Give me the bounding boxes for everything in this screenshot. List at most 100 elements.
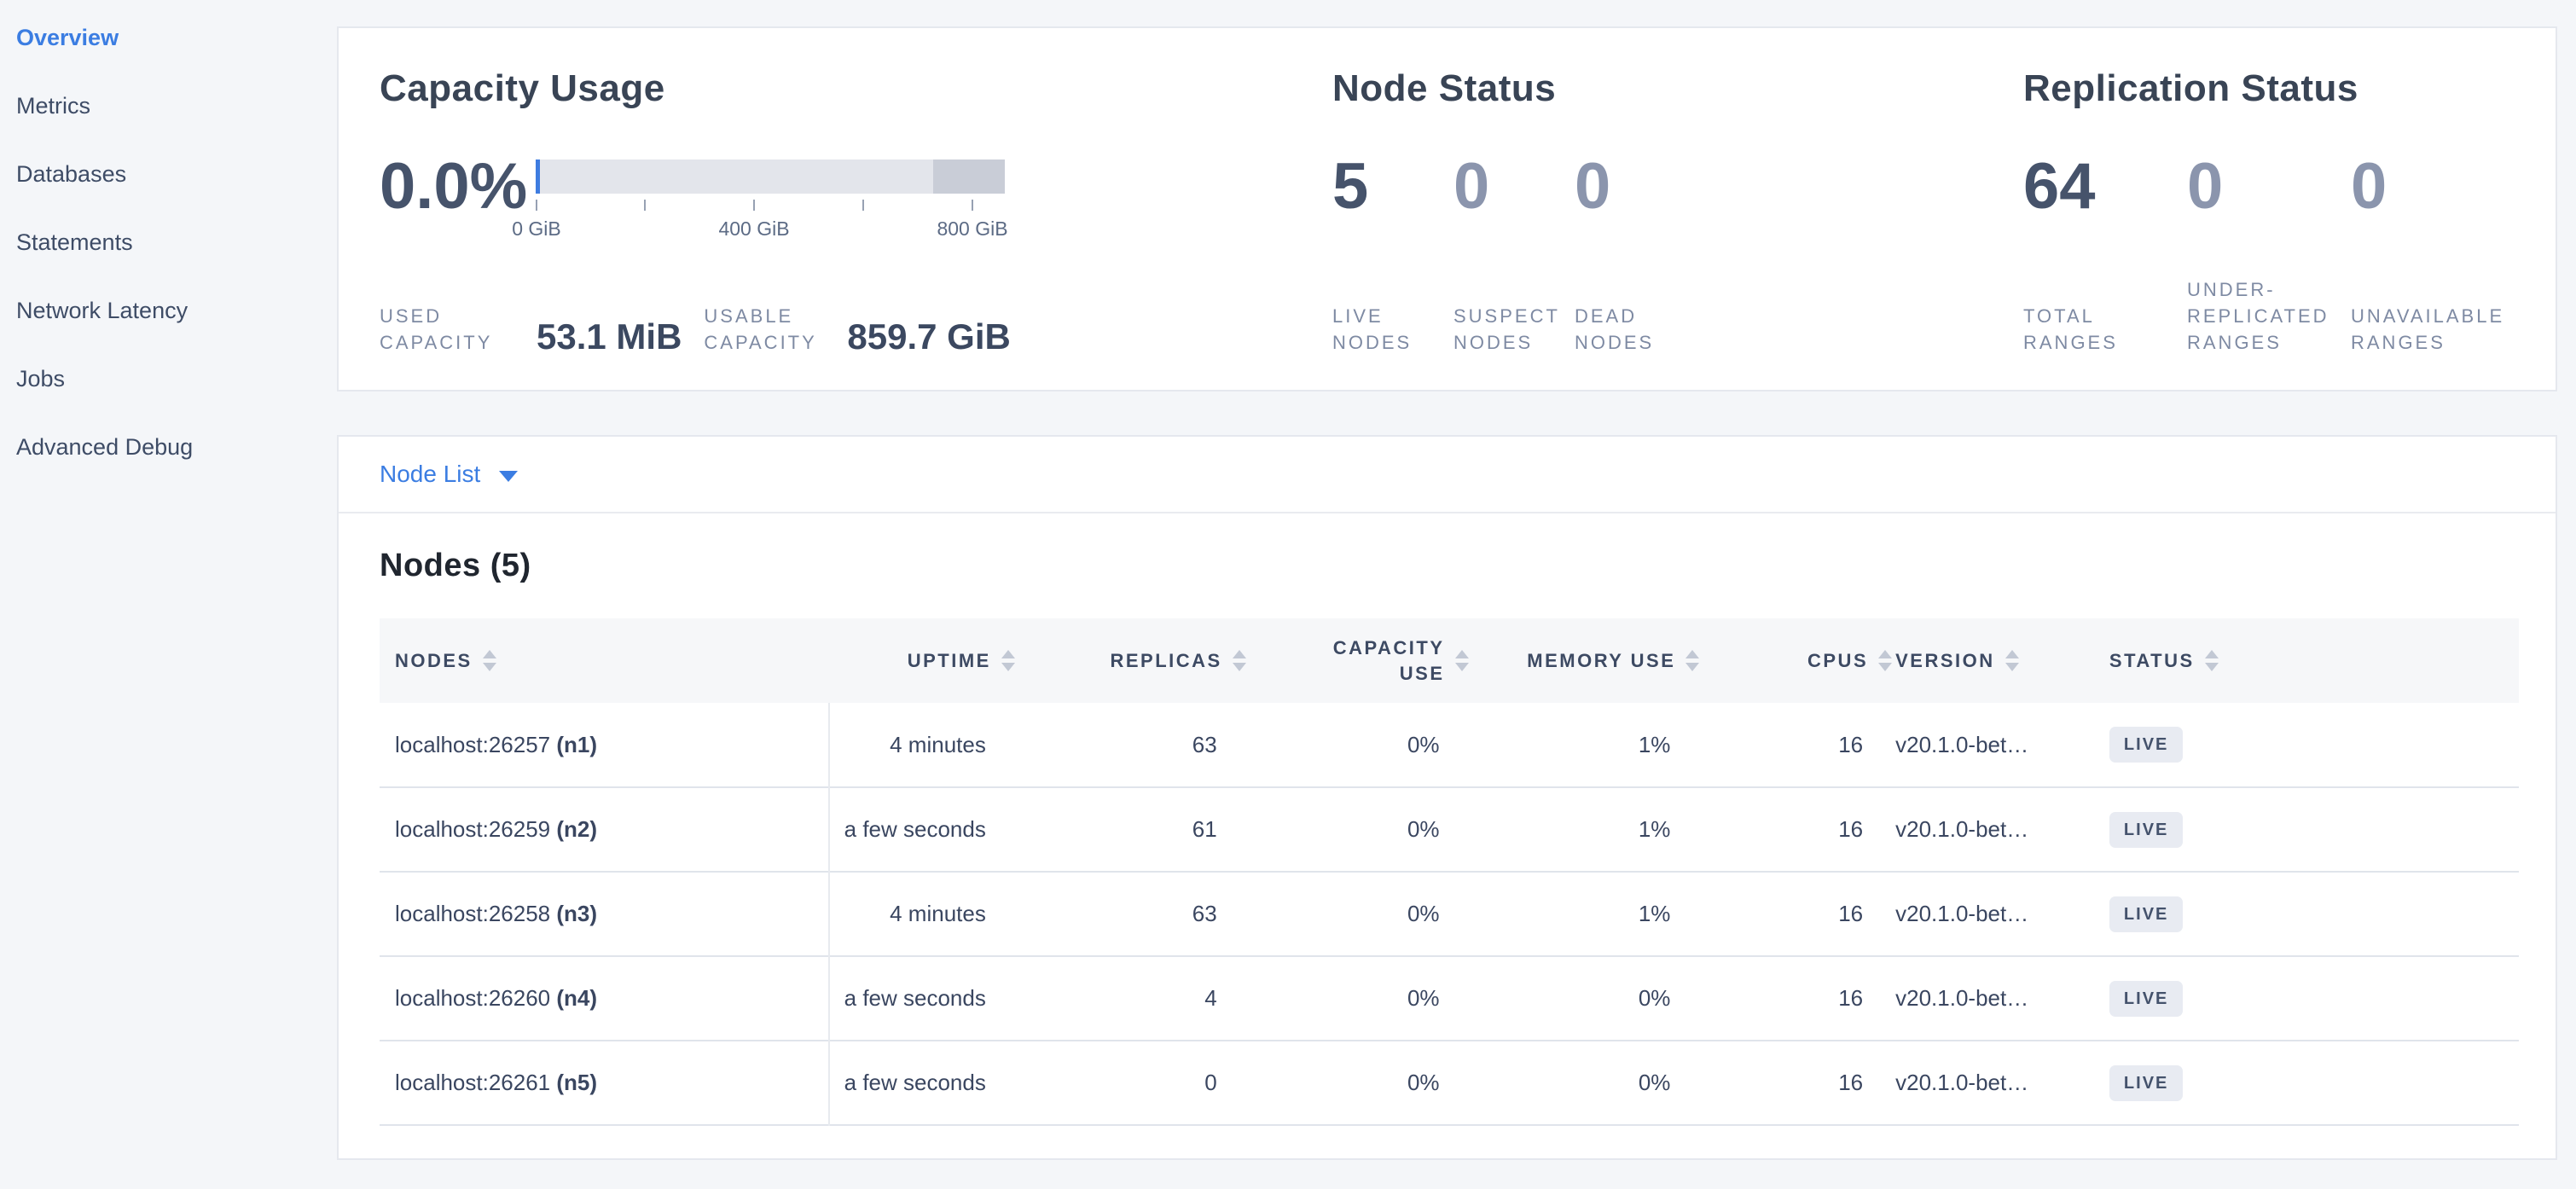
axis-tick xyxy=(972,200,973,211)
suspect-nodes-label: SUSPECT NODES xyxy=(1453,303,1575,356)
node-address[interactable]: localhost:26257 xyxy=(395,732,550,757)
sort-icon xyxy=(1685,650,1699,671)
uptime-cell: a few seconds xyxy=(829,787,1015,872)
cpus-cell: 16 xyxy=(1699,787,1892,872)
node-status-section: Node Status 5 0 0 LIVE NODES SUSPECT NOD… xyxy=(1332,67,2023,356)
sidebar-item-overview[interactable]: Overview xyxy=(0,3,337,72)
version-cell: v20.1.0-bet… xyxy=(1892,1041,2106,1125)
column-header-capacity-use[interactable]: CAPACITY USE xyxy=(1246,618,1469,703)
sidebar-item-metrics[interactable]: Metrics xyxy=(0,72,337,140)
axis-label-400gib: 400 GiB xyxy=(718,218,789,241)
cluster-summary-card: Capacity Usage 0.0% 0 GiB 40 xyxy=(337,26,2557,392)
sidebar-item-jobs[interactable]: Jobs xyxy=(0,345,337,413)
unavailable-ranges-label: UNAVAILABLE RANGES xyxy=(2351,303,2515,356)
usable-capacity-label: USABLE CAPACITY xyxy=(704,303,833,356)
axis-label-0gib: 0 GiB xyxy=(512,218,561,241)
version-cell: v20.1.0-bet… xyxy=(1892,872,2106,956)
nodes-table-section: Nodes (5) NODES UPTIME REPLICAS CAPACITY… xyxy=(339,513,2556,1126)
live-nodes-label: LIVE NODES xyxy=(1332,303,1453,356)
node-address[interactable]: localhost:26259 xyxy=(395,816,550,842)
sort-icon xyxy=(2205,650,2219,671)
capacity-use-cell: 0% xyxy=(1246,956,1469,1041)
node-status-title: Node Status xyxy=(1332,67,2023,110)
cpus-cell: 16 xyxy=(1699,703,1892,787)
node-address[interactable]: localhost:26261 xyxy=(395,1070,550,1095)
uptime-cell: a few seconds xyxy=(829,1041,1015,1125)
uptime-cell: a few seconds xyxy=(829,956,1015,1041)
axis-tick xyxy=(644,200,646,211)
sort-icon xyxy=(2005,650,2019,671)
column-header-status[interactable]: STATUS xyxy=(2106,618,2519,703)
status-badge: LIVE xyxy=(2109,1065,2183,1101)
node-list-toolbar: Node List xyxy=(339,437,2556,513)
sidebar-item-statements[interactable]: Statements xyxy=(0,208,337,276)
node-address[interactable]: localhost:26260 xyxy=(395,985,550,1011)
capacity-use-cell: 0% xyxy=(1246,787,1469,872)
replicas-cell: 4 xyxy=(1015,956,1246,1041)
table-row-n3[interactable]: localhost:26258 (n3) 4 minutes 63 0% 1% … xyxy=(380,872,2519,956)
dead-nodes-count: 0 xyxy=(1575,153,1696,221)
under-replicated-ranges-label: UNDER-REPLICATED RANGES xyxy=(2187,276,2351,356)
node-list-dropdown[interactable]: Node List xyxy=(380,461,518,488)
total-ranges-count: 64 xyxy=(2023,153,2187,221)
table-row-n2[interactable]: localhost:26259 (n2) a few seconds 61 0%… xyxy=(380,787,2519,872)
total-ranges-label: TOTAL RANGES xyxy=(2023,303,2187,356)
column-header-replicas[interactable]: REPLICAS xyxy=(1015,618,1246,703)
nodes-table: NODES UPTIME REPLICAS CAPACITY USE MEMOR… xyxy=(380,618,2519,1126)
version-cell: v20.1.0-bet… xyxy=(1892,787,2106,872)
column-header-cpus[interactable]: CPUS xyxy=(1699,618,1892,703)
capacity-usage-section: Capacity Usage 0.0% 0 GiB 40 xyxy=(380,67,1332,356)
sort-icon xyxy=(1233,650,1246,671)
memory-use-cell: 0% xyxy=(1469,1041,1700,1125)
column-header-nodes[interactable]: NODES xyxy=(380,618,829,703)
table-row-n5[interactable]: localhost:26261 (n5) a few seconds 0 0% … xyxy=(380,1041,2519,1125)
chevron-down-icon xyxy=(499,471,518,482)
node-list-dropdown-label: Node List xyxy=(380,461,480,488)
replication-status-section: Replication Status 64 0 0 TOTAL RANGES U… xyxy=(2023,67,2515,356)
table-row-n4[interactable]: localhost:26260 (n4) a few seconds 4 0% … xyxy=(380,956,2519,1041)
status-badge: LIVE xyxy=(2109,727,2183,763)
node-id: (n3) xyxy=(556,901,597,926)
sidebar-item-databases[interactable]: Databases xyxy=(0,140,337,208)
status-badge: LIVE xyxy=(2109,896,2183,932)
unavailable-ranges-count: 0 xyxy=(2351,153,2515,221)
capacity-bar-chart: 0 GiB 400 GiB 800 GiB xyxy=(536,160,1005,245)
replicas-cell: 61 xyxy=(1015,787,1246,872)
cpus-cell: 16 xyxy=(1699,872,1892,956)
sort-icon xyxy=(1455,650,1469,671)
uptime-cell: 4 minutes xyxy=(829,872,1015,956)
live-nodes-count: 5 xyxy=(1332,153,1453,221)
sort-icon xyxy=(483,650,496,671)
node-id: (n1) xyxy=(556,732,597,757)
axis-tick xyxy=(862,200,864,211)
sidebar-item-advanced-debug[interactable]: Advanced Debug xyxy=(0,413,337,481)
replicas-cell: 0 xyxy=(1015,1041,1246,1125)
table-row-n1[interactable]: localhost:26257 (n1) 4 minutes 63 0% 1% … xyxy=(380,703,2519,787)
version-cell: v20.1.0-bet… xyxy=(1892,703,2106,787)
axis-tick xyxy=(536,200,537,211)
usable-capacity-value: 859.7 GiB xyxy=(847,318,1010,356)
column-header-uptime[interactable]: UPTIME xyxy=(829,618,1015,703)
sidebar: Overview Metrics Databases Statements Ne… xyxy=(0,3,337,481)
node-address[interactable]: localhost:26258 xyxy=(395,901,550,926)
memory-use-cell: 0% xyxy=(1469,956,1700,1041)
column-header-version[interactable]: VERSION xyxy=(1892,618,2106,703)
node-id: (n5) xyxy=(556,1070,597,1095)
sort-icon xyxy=(1001,650,1015,671)
status-badge: LIVE xyxy=(2109,812,2183,848)
replicas-cell: 63 xyxy=(1015,872,1246,956)
memory-use-cell: 1% xyxy=(1469,872,1700,956)
capacity-used-percent: 0.0% xyxy=(380,154,536,219)
capacity-bar-reserved-segment xyxy=(933,160,1005,194)
cpus-cell: 16 xyxy=(1699,1041,1892,1125)
column-header-memory-use[interactable]: MEMORY USE xyxy=(1469,618,1700,703)
node-id: (n4) xyxy=(556,985,597,1011)
capacity-use-cell: 0% xyxy=(1246,872,1469,956)
sidebar-item-network-latency[interactable]: Network Latency xyxy=(0,276,337,345)
axis-tick xyxy=(753,200,755,211)
main-content: Capacity Usage 0.0% 0 GiB 40 xyxy=(337,26,2557,1160)
dead-nodes-label: DEAD NODES xyxy=(1575,303,1696,356)
capacity-axis: 0 GiB 400 GiB 800 GiB xyxy=(536,194,1005,245)
capacity-bar xyxy=(536,160,1005,194)
capacity-usage-title: Capacity Usage xyxy=(380,67,1332,110)
